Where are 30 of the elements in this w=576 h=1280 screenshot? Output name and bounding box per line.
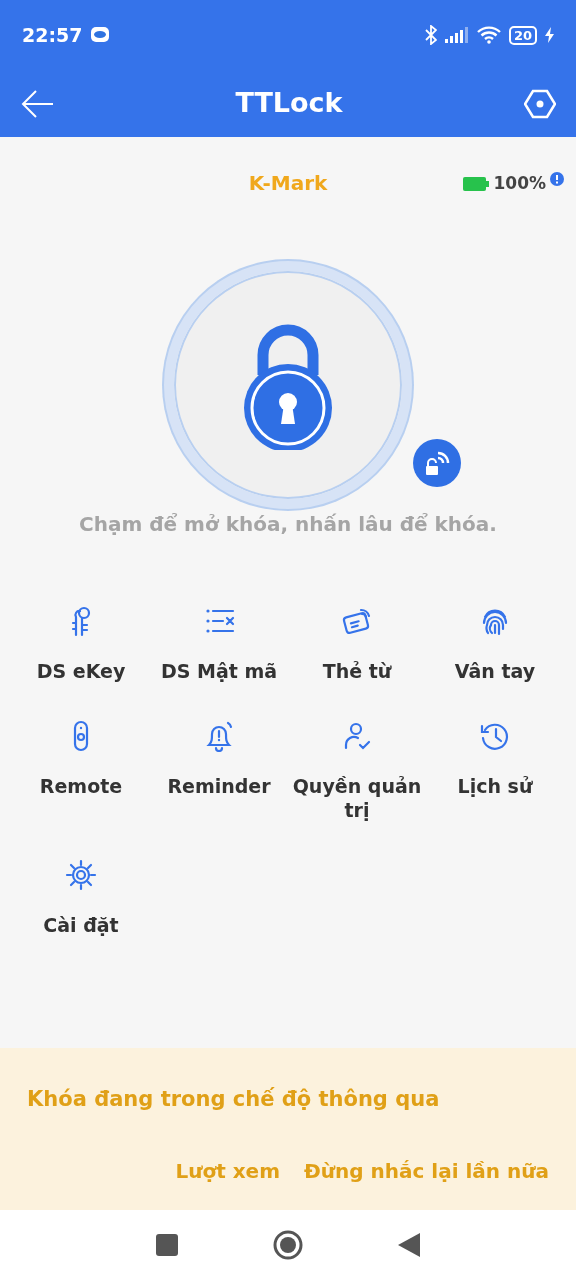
menu-item[interactable]: DS Mật mã bbox=[150, 605, 288, 684]
settings-button[interactable] bbox=[524, 88, 556, 119]
menu-item[interactable]: Cài đặt bbox=[12, 859, 150, 938]
wifi-icon bbox=[476, 26, 501, 44]
menu-item[interactable]: Remote bbox=[12, 719, 150, 824]
app-title: TTLock bbox=[235, 86, 343, 121]
lock-hint: Chạm để mở khóa, nhấn lâu để khóa. bbox=[79, 511, 497, 538]
back-nav-button[interactable] bbox=[398, 1233, 420, 1257]
menu-item[interactable]: Quyền quản trị bbox=[288, 719, 426, 824]
battery-icon bbox=[463, 176, 490, 191]
back-button[interactable] bbox=[20, 88, 54, 119]
battery-percent: 100% bbox=[493, 172, 546, 195]
recents-button[interactable] bbox=[156, 1234, 178, 1256]
gear-icon bbox=[65, 859, 97, 892]
menu-item[interactable]: Thẻ từ bbox=[288, 605, 426, 684]
home-button[interactable] bbox=[273, 1230, 303, 1260]
chat-app-icon bbox=[90, 26, 111, 44]
bluetooth-icon bbox=[424, 25, 437, 45]
remote-unlock-button[interactable] bbox=[413, 439, 461, 487]
lock-name: K-Mark bbox=[248, 170, 328, 197]
status-time: 22:57 bbox=[22, 22, 83, 48]
banner-message: Khóa đang trong chế độ thông qua bbox=[27, 1086, 441, 1113]
menu-item[interactable]: DS eKey bbox=[12, 605, 150, 684]
charging-icon bbox=[545, 27, 554, 43]
menu-item[interactable]: Vân tay bbox=[426, 605, 564, 684]
signal-icon bbox=[444, 27, 469, 43]
menu-item[interactable]: Lịch sử bbox=[426, 719, 564, 824]
menu-item[interactable]: Reminder bbox=[150, 719, 288, 824]
info-icon bbox=[550, 171, 564, 186]
phone-battery: 20 bbox=[508, 25, 537, 45]
